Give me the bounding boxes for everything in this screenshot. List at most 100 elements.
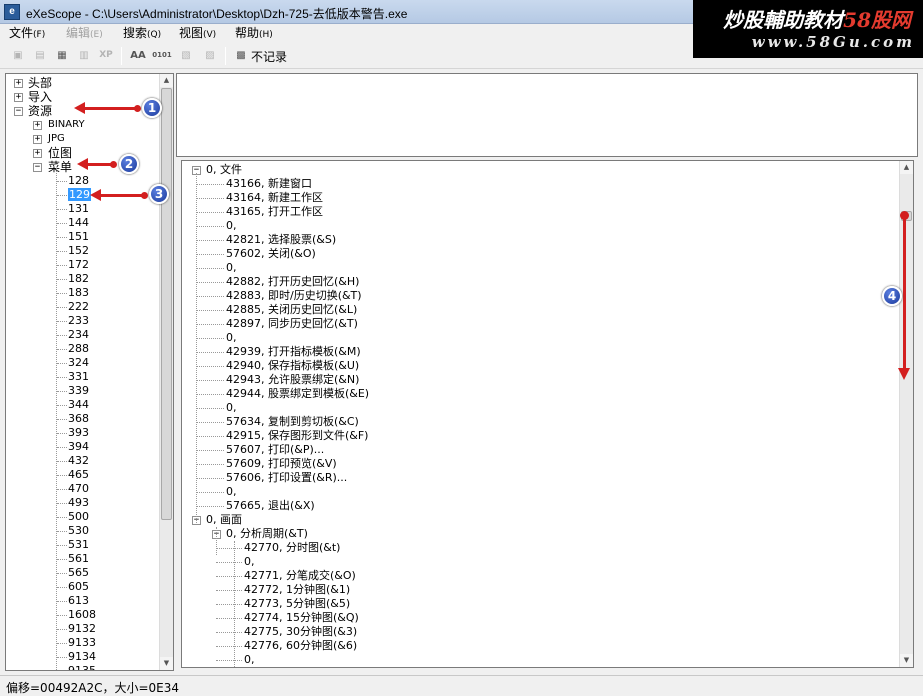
record-icon[interactable]: ▩ — [231, 46, 251, 66]
menu-resource-item[interactable]: 9132 — [68, 622, 96, 636]
tree-expander-icon[interactable]: + — [14, 93, 23, 102]
tree-expander-icon[interactable]: + — [33, 121, 42, 130]
tree-node[interactable]: 位图 — [48, 146, 72, 160]
scroll-up-arrow-icon[interactable]: ▲ — [160, 74, 173, 87]
menu-tree-item[interactable]: 43165, 打开工作区 — [226, 205, 323, 219]
left-scrollbar[interactable]: ▲ ▼ — [159, 74, 173, 670]
menu-tree-item[interactable]: 0, — [226, 261, 237, 275]
menu-tree-item[interactable]: 57602, 关闭(&O) — [226, 247, 316, 261]
menu-tree-item[interactable]: 43166, 新建窗口 — [226, 177, 312, 191]
menu-resource-item[interactable]: 344 — [68, 398, 89, 412]
menu-tree-item[interactable]: 57665, 退出(&X) — [226, 499, 315, 513]
no-record-label[interactable]: 不记录 — [251, 48, 287, 65]
menu-resource-item[interactable]: 129 — [68, 188, 91, 202]
menu-resource-item[interactable]: 500 — [68, 510, 89, 524]
menu-help[interactable]: 帮助(H) — [235, 25, 273, 42]
menu-tree-item[interactable]: 0, — [226, 485, 237, 499]
tree-expander-icon[interactable]: + — [33, 149, 42, 158]
menu-resource-item[interactable]: 222 — [68, 300, 89, 314]
menu-resource-item[interactable]: 393 — [68, 426, 89, 440]
menu-edit[interactable]: 编辑(E) — [66, 25, 103, 42]
menu-tree-item[interactable]: 42943, 允许股票绑定(&N) — [226, 373, 359, 387]
menu-tree-item[interactable]: 42897, 同步历史回忆(&T) — [226, 317, 358, 331]
menu-resource-item[interactable]: 368 — [68, 412, 89, 426]
menu-tree-item[interactable]: 0, — [226, 401, 237, 415]
menu-resource-item[interactable]: 331 — [68, 370, 89, 384]
menu-resource-item[interactable]: 432 — [68, 454, 89, 468]
menu-search[interactable]: 搜索(Q) — [123, 25, 161, 42]
menu-tree-item[interactable]: 42944, 股票绑定到模板(&E) — [226, 387, 369, 401]
menu-tree-item[interactable]: 42775, 30分钟图(&3) — [244, 625, 357, 639]
menu-tree-item[interactable]: 42771, 分笔成交(&O) — [244, 569, 356, 583]
menu-tree-item[interactable]: 57607, 打印(&P)... — [226, 443, 324, 457]
menu-view[interactable]: 视图(V) — [179, 25, 216, 42]
menu-resource-item[interactable]: 605 — [68, 580, 89, 594]
menu-tree-item[interactable]: 42915, 保存图形到文件(&F) — [226, 429, 368, 443]
menu-tree-item[interactable]: 57634, 复制到剪切板(&C) — [226, 415, 359, 429]
menu-tree-item[interactable]: 57606, 打印设置(&R)... — [226, 471, 347, 485]
menu-resource-item[interactable]: 613 — [68, 594, 89, 608]
menu-tree-item[interactable]: 42776, 60分钟图(&6) — [244, 639, 357, 653]
menu-tree-item[interactable]: 0, — [244, 653, 255, 667]
menu-resource-item[interactable]: 493 — [68, 496, 89, 510]
menu-tree-view[interactable]: −0, 文件 43166, 新建窗口 43164, 新建工作区 43165, 打开工作… — [181, 160, 914, 668]
left-scroll-thumb[interactable] — [161, 88, 172, 520]
menu-tree-item[interactable]: 43164, 新建工作区 — [226, 191, 323, 205]
menu-tree-item[interactable]: 0, — [226, 219, 237, 233]
scroll-down-arrow-icon[interactable]: ▼ — [160, 657, 173, 670]
tree-expander-icon[interactable]: − — [33, 163, 42, 172]
export-icon[interactable]: ▥ — [74, 46, 94, 66]
menu-resource-item[interactable]: 183 — [68, 286, 89, 300]
menu-resource-item[interactable]: 234 — [68, 328, 89, 342]
menu-tree-item[interactable]: 42885, 关闭历史回忆(&L) — [226, 303, 357, 317]
menu-resource-item[interactable]: 152 — [68, 244, 89, 258]
menu-resource-item[interactable]: 9133 — [68, 636, 96, 650]
scroll-down-arrow-icon[interactable]: ▼ — [900, 654, 913, 667]
menu-tree-item[interactable]: 42939, 打开指标模板(&M) — [226, 345, 361, 359]
menu-tree-node[interactable]: 0, 分析周期(&T) — [226, 527, 308, 541]
menu-resource-item[interactable]: 128 — [68, 174, 89, 188]
menu-tree-item[interactable]: 42883, 即时/历史切换(&T) — [226, 289, 362, 303]
menu-resource-item[interactable]: 324 — [68, 356, 89, 370]
tree-expander-icon[interactable]: − — [14, 107, 23, 116]
menu-file[interactable]: 文件(F) — [9, 25, 45, 42]
menu-tree-node[interactable]: 0, 文件 — [206, 163, 242, 177]
menu-tree-item[interactable]: 57609, 打印预览(&V) — [226, 457, 337, 471]
ar-icon[interactable]: ▨ — [200, 46, 220, 66]
scroll-up-arrow-icon[interactable]: ▲ — [900, 161, 913, 174]
menu-resource-item[interactable]: 565 — [68, 566, 89, 580]
menu-tree-item[interactable]: 42772, 1分钟图(&1) — [244, 583, 350, 597]
menu-tree-node[interactable]: 0, 画面 — [206, 513, 242, 527]
tree-node[interactable]: 菜单 — [48, 160, 72, 174]
menu-resource-item[interactable]: 288 — [68, 342, 89, 356]
menu-tree-item[interactable]: 42882, 打开历史回忆(&H) — [226, 275, 359, 289]
save-all-icon[interactable]: ▦ — [52, 46, 72, 66]
menu-resource-item[interactable]: 144 — [68, 216, 89, 230]
right-scrollbar[interactable]: ▲ ▼ — [899, 161, 913, 667]
menu-tree-item[interactable]: 42773, 5分钟图(&5) — [244, 597, 350, 611]
edit-icon[interactable]: ▧ — [176, 46, 196, 66]
app-icon[interactable]: e — [4, 4, 20, 20]
tree-expander-icon[interactable]: + — [14, 79, 23, 88]
tree-node[interactable]: 资源 — [28, 104, 52, 118]
xp-icon[interactable]: XP — [96, 46, 116, 66]
menu-resource-item[interactable]: 1608 — [68, 608, 96, 622]
menu-resource-item[interactable]: 9135 — [68, 664, 96, 670]
tree-node[interactable]: JPG — [48, 132, 65, 146]
menu-tree-item[interactable]: 0, — [226, 331, 237, 345]
menu-resource-item[interactable]: 182 — [68, 272, 89, 286]
menu-resource-item[interactable]: 233 — [68, 314, 89, 328]
tree-expander-icon[interactable]: + — [33, 135, 42, 144]
menu-tree-item[interactable]: 42770, 分时图(&t) — [244, 541, 340, 555]
tree-node[interactable]: 头部 — [28, 76, 52, 90]
menu-tree-item[interactable]: 42774, 15分钟图(&Q) — [244, 611, 359, 625]
menu-resource-item[interactable]: 131 — [68, 202, 89, 216]
menu-resource-item[interactable]: 172 — [68, 258, 89, 272]
menu-resource-item[interactable]: 9134 — [68, 650, 96, 664]
menu-tree-item[interactable]: 42821, 选择股票(&S) — [226, 233, 336, 247]
tree-node[interactable]: 导入 — [28, 90, 52, 104]
font-icon[interactable]: AA — [128, 46, 148, 66]
menu-tree-item[interactable]: 42940, 保存指标模板(&U) — [226, 359, 359, 373]
menu-resource-item[interactable]: 151 — [68, 230, 89, 244]
bin-icon[interactable]: 0101 — [152, 46, 172, 66]
